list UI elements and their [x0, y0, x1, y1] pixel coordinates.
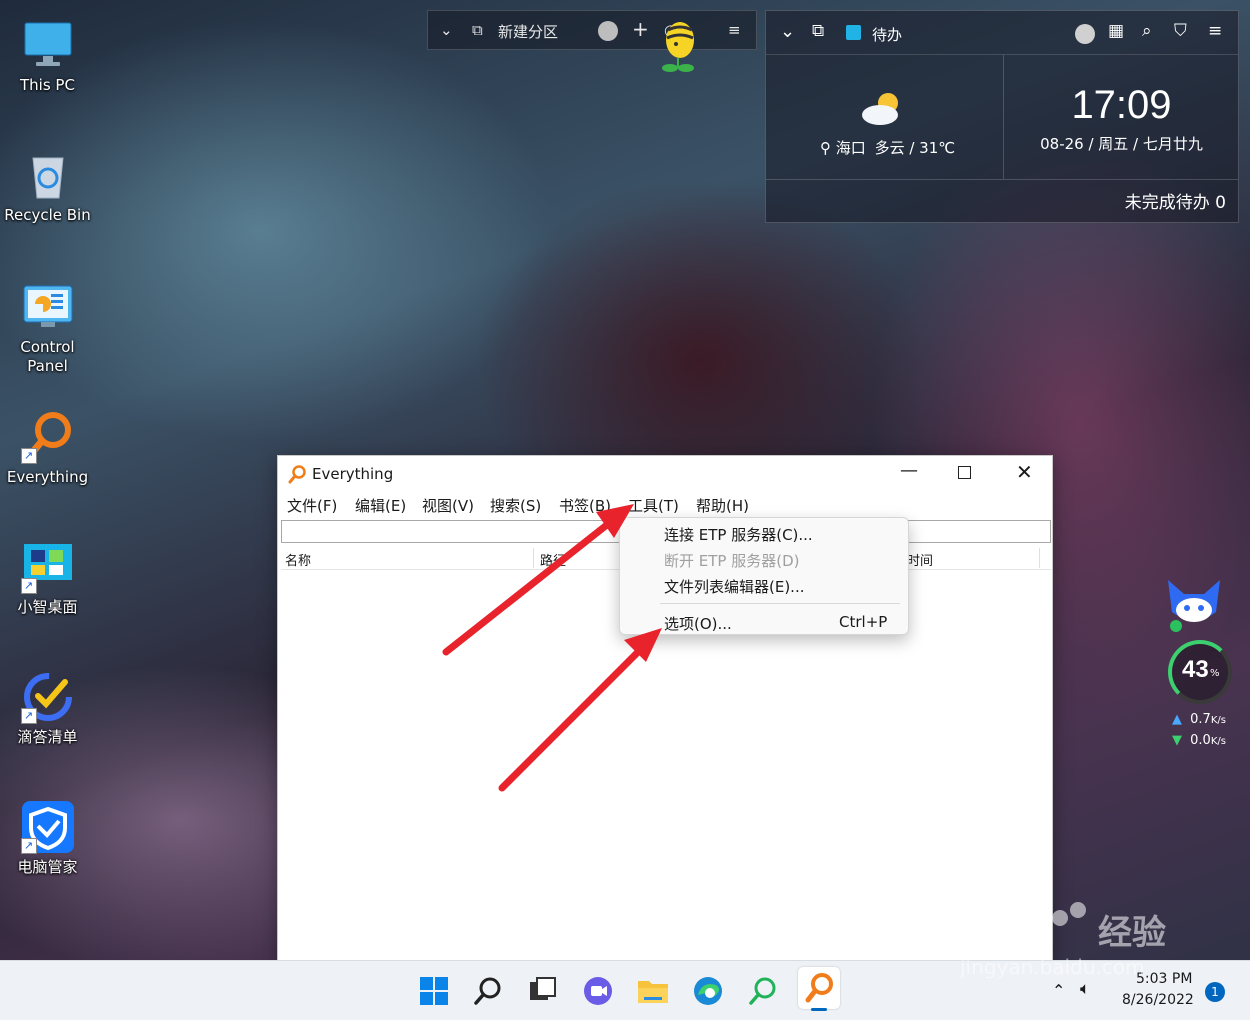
edge-browser-button[interactable] — [690, 973, 726, 1009]
taskbar-date[interactable]: 8/26/2022 — [1122, 992, 1194, 1008]
annotation-arrows — [442, 504, 662, 792]
file-explorer-button[interactable] — [635, 973, 671, 1009]
download-speed: ▼ 0.0K/s — [1172, 733, 1226, 748]
tray-overflow-chevron-icon[interactable]: ⌃ — [1052, 981, 1065, 1000]
notification-badge[interactable]: 1 — [1205, 982, 1225, 1002]
cpu-usage-gauge[interactable]: 43 % — [1168, 640, 1232, 704]
volume-icon[interactable]: 🔈︎ — [1080, 979, 1090, 999]
usage-percent-unit: % — [1210, 668, 1220, 679]
arrow-to-options-item — [498, 628, 662, 792]
usage-percent: 43 — [1182, 656, 1209, 683]
start-button[interactable] — [416, 973, 452, 1009]
active-indicator — [811, 1008, 827, 1011]
task-view-button[interactable] — [525, 973, 561, 1009]
svg-text:jingyan.baidu.com: jingyan.baidu.com — [960, 955, 1145, 978]
arrow-to-tools-menu — [442, 504, 634, 656]
cat-mascot-icon[interactable] — [1162, 568, 1226, 632]
svg-text:Bai: Bai — [960, 908, 1031, 954]
green-search-app-button[interactable] — [745, 973, 781, 1009]
svg-text:经验: 经验 — [1098, 913, 1166, 953]
everything-taskbar-button[interactable] — [798, 967, 840, 1011]
search-button[interactable] — [470, 973, 506, 1009]
chat-button[interactable] — [580, 973, 616, 1009]
download-arrow-icon: ▼ — [1172, 733, 1182, 748]
baidu-jingyan-watermark-logo: Bai 经验 jingyan.baidu.com — [959, 888, 1190, 979]
upload-speed: ▲ 0.7K/s — [1172, 712, 1226, 727]
upload-arrow-icon: ▲ — [1172, 712, 1182, 727]
